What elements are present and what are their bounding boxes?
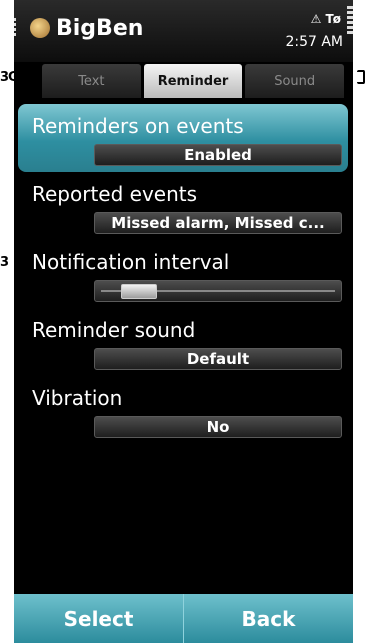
interval-slider[interactable] xyxy=(94,280,342,302)
tab-text[interactable]: Text xyxy=(42,64,141,98)
select-softkey[interactable]: Select xyxy=(14,594,184,643)
setting-label: Reminder sound xyxy=(32,318,196,342)
setting-value[interactable]: Enabled xyxy=(94,144,342,166)
clock-face-icon xyxy=(30,18,50,38)
settings-list: Reminders on events Enabled Reported eve… xyxy=(14,104,353,444)
edge-fragment-bracket xyxy=(357,70,365,84)
tab-reminder[interactable]: Reminder xyxy=(143,64,243,98)
status-bar: BigBen ⚠ Tø 2:57 AM xyxy=(14,0,353,62)
setting-reminders-on-events[interactable]: Reminders on events Enabled xyxy=(18,104,348,172)
setting-value[interactable]: No xyxy=(94,416,342,438)
slider-handle[interactable] xyxy=(121,284,157,299)
setting-label: Notification interval xyxy=(32,250,230,274)
app-title: BigBen xyxy=(56,16,144,41)
left-edge-strip: 3G 3 xyxy=(0,0,19,643)
setting-value[interactable]: Missed alarm, Missed c... xyxy=(94,212,342,234)
setting-vibration[interactable]: Vibration No xyxy=(14,376,353,444)
battery-level-icon xyxy=(347,6,353,36)
signal-strength-icon xyxy=(14,18,18,38)
right-edge-strip xyxy=(353,0,367,643)
phone-screen: BigBen ⚠ Tø 2:57 AM Text Reminder Sound … xyxy=(14,0,353,643)
edge-fragment-3: 3 xyxy=(0,255,10,270)
setting-reminder-sound[interactable]: Reminder sound Default xyxy=(14,308,353,376)
setting-label: Reminders on events xyxy=(32,114,244,138)
tab-sound[interactable]: Sound xyxy=(245,64,345,98)
softkey-bar: Select Back xyxy=(14,594,353,643)
setting-label: Vibration xyxy=(32,386,123,410)
back-softkey[interactable]: Back xyxy=(184,594,353,643)
status-indicators: ⚠ Tø xyxy=(310,12,341,26)
setting-label: Reported events xyxy=(32,182,198,206)
setting-notification-interval[interactable]: Notification interval xyxy=(14,240,353,308)
clock-time: 2:57 AM xyxy=(285,34,343,50)
setting-reported-events[interactable]: Reported events Missed alarm, Missed c..… xyxy=(14,172,353,240)
tab-bar: Text Reminder Sound xyxy=(42,64,347,100)
setting-value[interactable]: Default xyxy=(94,348,342,370)
